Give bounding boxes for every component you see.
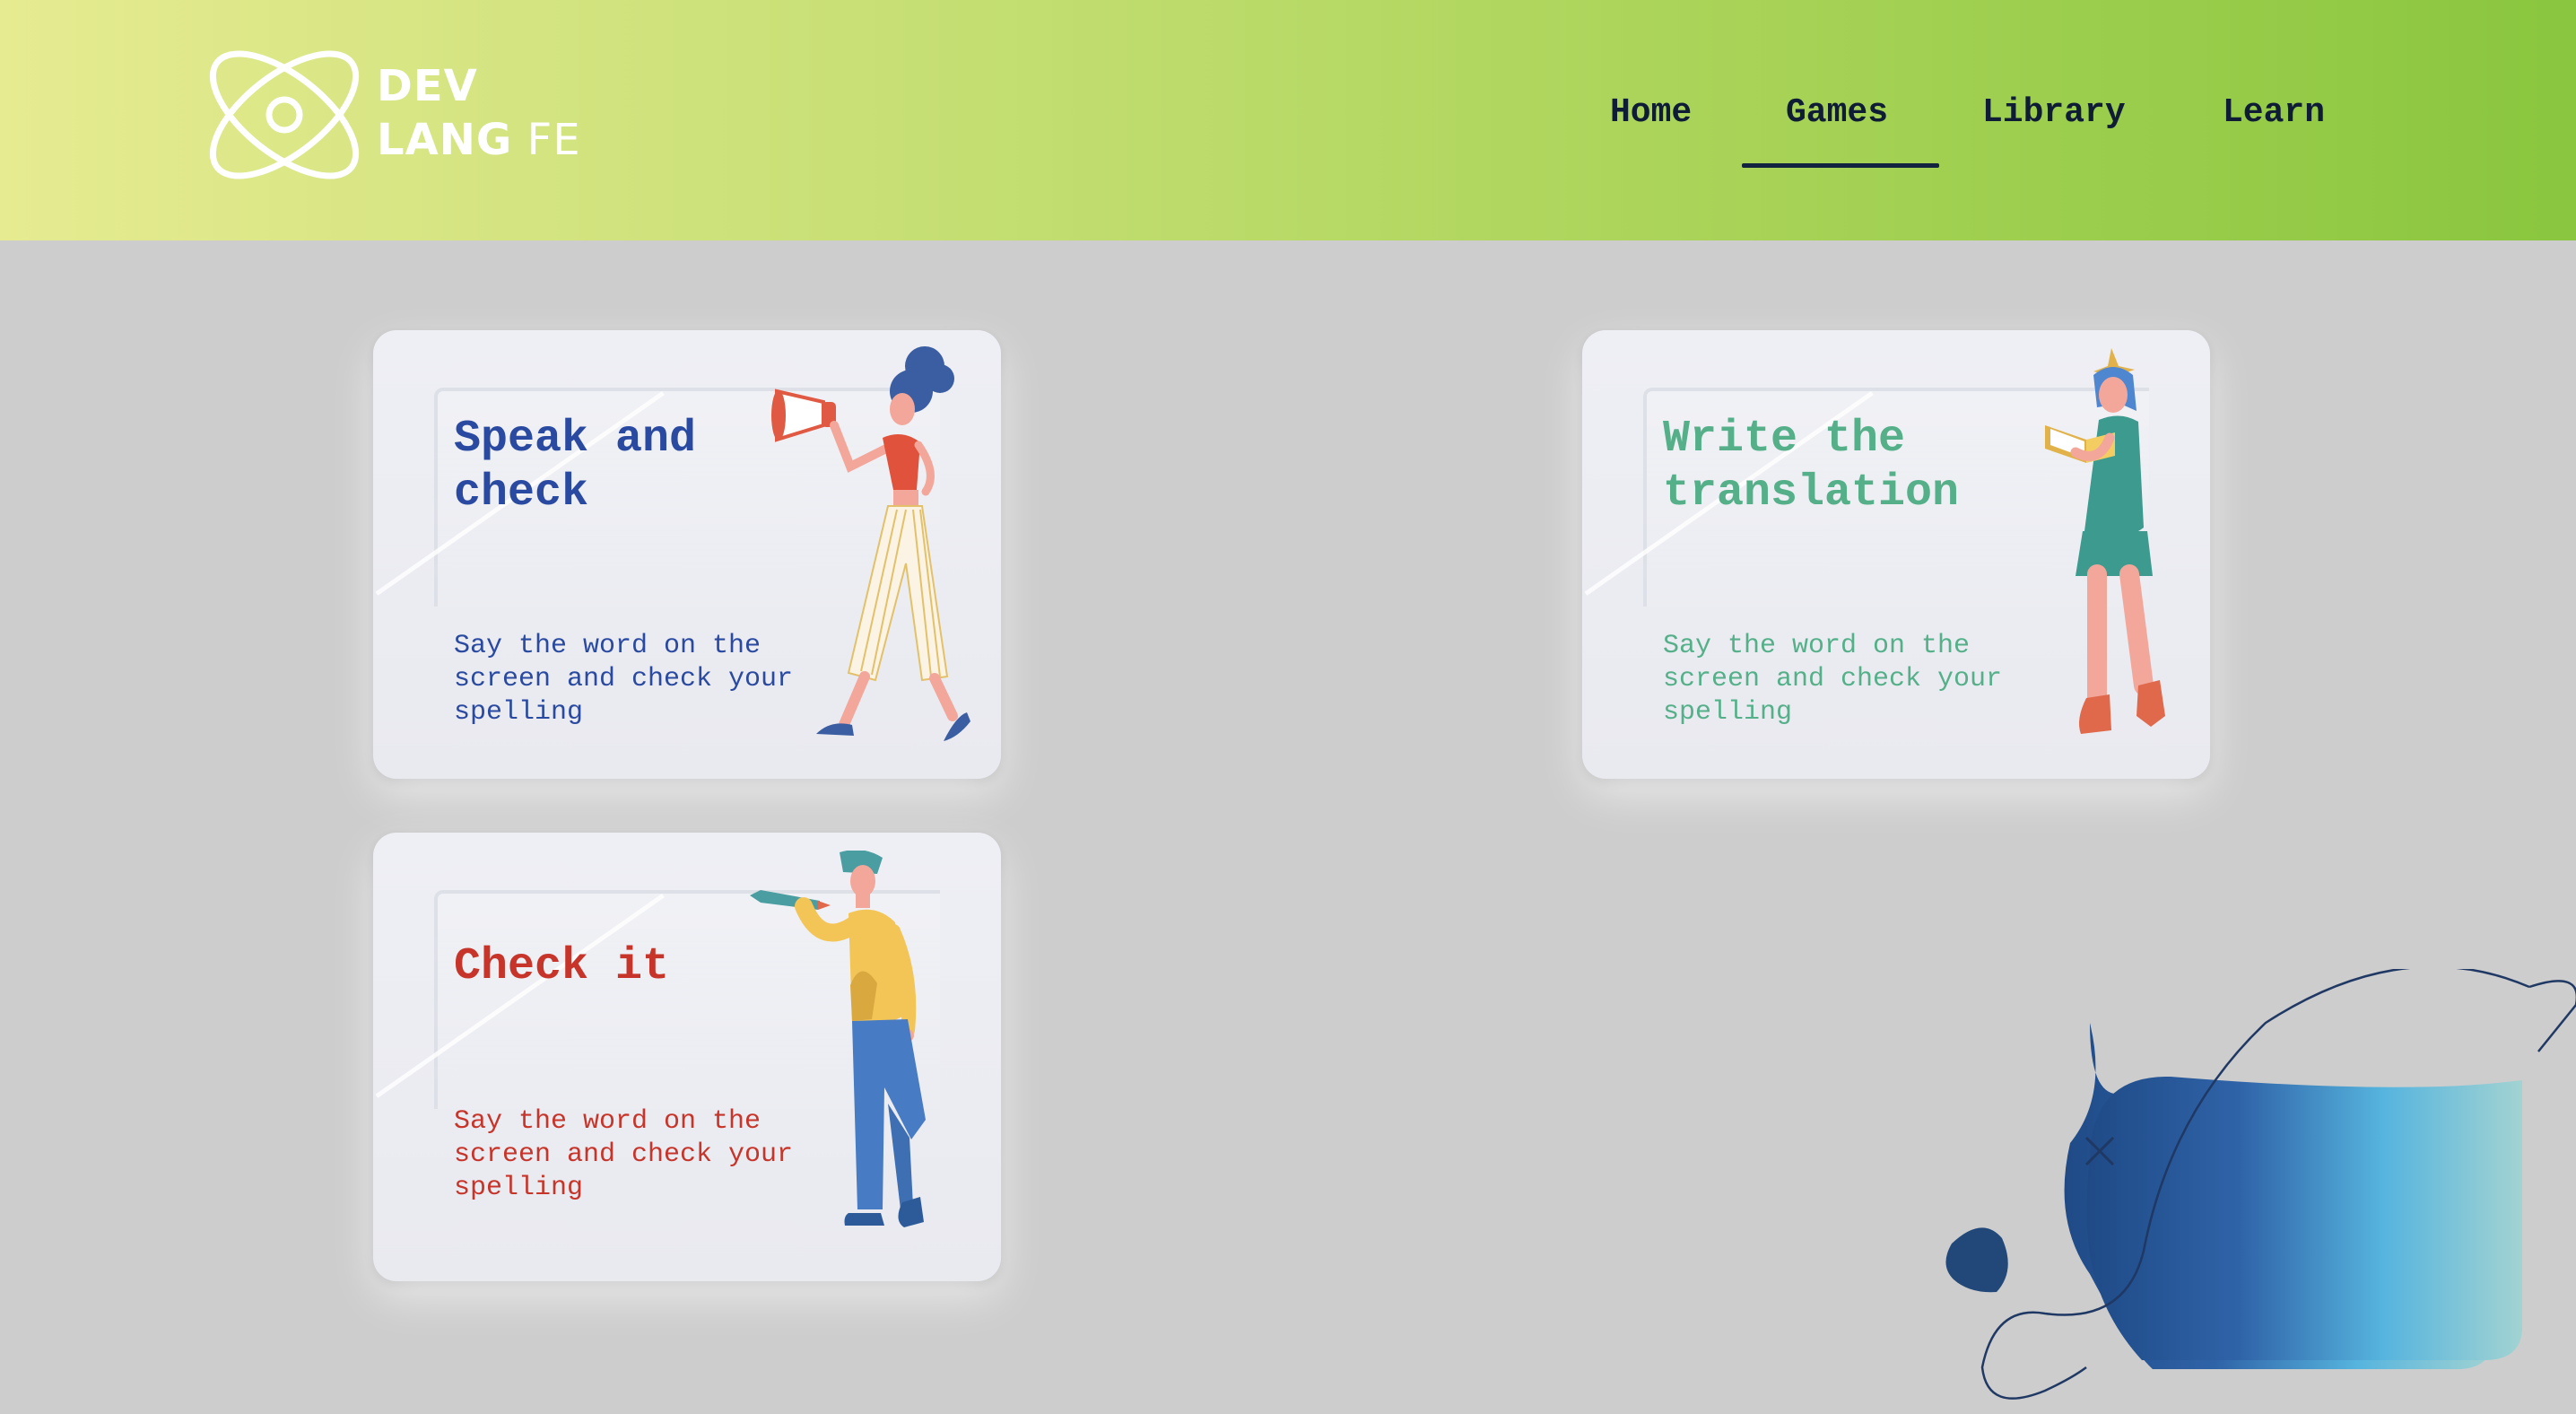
- nav-library[interactable]: Library: [1982, 93, 2126, 132]
- woman-reading-illustration: [2045, 348, 2165, 734]
- brand-line1: DEV: [377, 61, 478, 111]
- card-title: Check it: [454, 941, 670, 992]
- nav-learn[interactable]: Learn: [2223, 93, 2325, 132]
- nav-home[interactable]: Home: [1610, 93, 1692, 132]
- top-header: DEV LANG FE Home Games Library Learn: [0, 0, 2576, 240]
- brand-line2-light: FE: [527, 115, 581, 165]
- brand-line2: LANG FE: [377, 113, 581, 167]
- game-card-write-the-translation[interactable]: Write the translation Say the word on th…: [1582, 330, 2210, 779]
- card-title: Write the translation: [1663, 414, 1960, 519]
- game-card-speak-and-check[interactable]: Speak and check Say the word on the scre…: [373, 330, 1001, 779]
- card-description: Say the word on the screen and check you…: [1663, 631, 2003, 728]
- decorative-blob-shape: [1945, 969, 2576, 1400]
- brand-name[interactable]: DEV LANG FE: [377, 59, 581, 167]
- game-card-check-it[interactable]: Check it Say the word on the screen and …: [373, 833, 1001, 1281]
- woman-megaphone-illustration: [771, 346, 970, 741]
- active-tab-indicator: [1742, 163, 1939, 168]
- man-pencil-illustration: [750, 851, 926, 1227]
- brand-line2-bold: LANG: [377, 115, 513, 165]
- card-title: Speak and check: [454, 414, 697, 519]
- nav-games[interactable]: Games: [1786, 93, 1888, 132]
- atom-logo-icon[interactable]: [202, 36, 381, 197]
